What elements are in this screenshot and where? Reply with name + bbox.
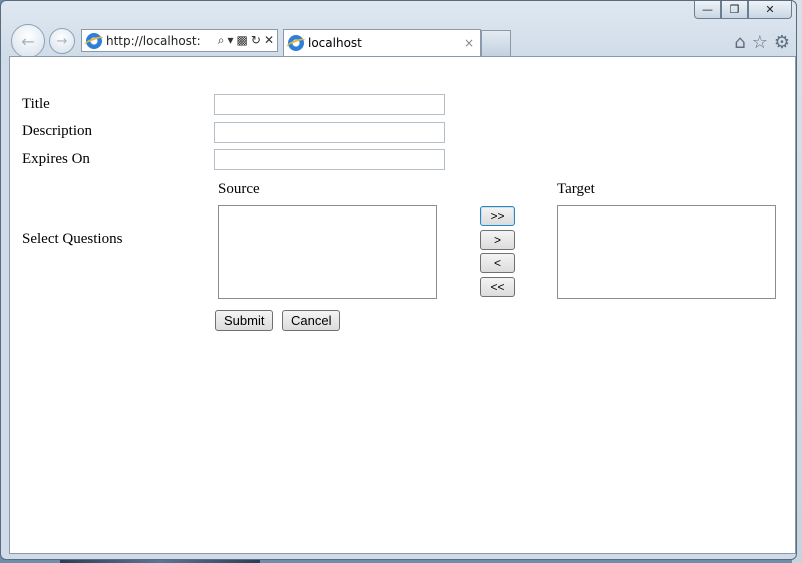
target-listbox[interactable]	[557, 205, 776, 299]
favorites-star-icon[interactable]: ☆	[752, 32, 768, 53]
move-left-button[interactable]: <	[480, 253, 515, 273]
ie-page-icon	[86, 32, 102, 49]
tab-title: localhost	[308, 36, 362, 50]
move-all-right-button[interactable]: >>	[480, 206, 515, 226]
target-label: Target	[557, 181, 595, 197]
tab-close-icon[interactable]: ×	[464, 36, 480, 50]
settings-gear-icon[interactable]: ⚙	[774, 32, 790, 53]
restore-button[interactable]: ❐	[721, 1, 748, 19]
tab-localhost[interactable]: localhost ×	[283, 29, 481, 56]
browser-window: — ❐ ✕ ← → http://localhost: ⌕ ▾ ▩ ↻ ✕ lo…	[0, 0, 797, 560]
title-input[interactable]	[214, 94, 445, 115]
ie-tab-icon	[288, 35, 304, 51]
source-listbox[interactable]	[218, 205, 437, 299]
title-label: Title	[22, 96, 50, 112]
submit-button[interactable]: Submit	[215, 310, 274, 331]
back-arrow-icon: ←	[21, 31, 35, 51]
forward-button[interactable]: →	[49, 28, 75, 54]
cancel-button[interactable]: Cancel	[282, 310, 341, 331]
move-all-left-button[interactable]: <<	[480, 277, 515, 297]
window-caption-buttons: — ❐ ✕	[694, 1, 792, 21]
description-input[interactable]	[214, 122, 445, 143]
expires-on-input[interactable]	[214, 149, 445, 170]
new-tab-button[interactable]	[481, 30, 511, 56]
dropdown-icon[interactable]: ▾	[228, 33, 234, 48]
stop-icon[interactable]: ✕	[264, 33, 274, 48]
compatibility-view-icon[interactable]: ▩	[237, 33, 248, 48]
minimize-button[interactable]: —	[694, 1, 721, 19]
back-button[interactable]: ←	[11, 24, 45, 58]
forward-arrow-icon: →	[56, 33, 68, 49]
refresh-icon[interactable]: ↻	[251, 33, 261, 48]
move-right-button[interactable]: >	[480, 230, 515, 250]
browser-toolbar-icons: ⌂ ☆ ⚙	[734, 32, 790, 53]
home-icon[interactable]: ⌂	[734, 32, 745, 53]
page-content: Title Description Expires On Source Targ…	[9, 56, 796, 554]
address-url[interactable]: http://localhost:	[106, 34, 218, 48]
source-label: Source	[218, 181, 260, 197]
address-bar[interactable]: http://localhost: ⌕ ▾ ▩ ↻ ✕	[81, 29, 278, 52]
search-icon[interactable]: ⌕	[218, 33, 225, 48]
expires-on-label: Expires On	[22, 151, 90, 167]
select-questions-label: Select Questions	[22, 231, 123, 247]
close-window-button[interactable]: ✕	[748, 1, 792, 19]
description-label: Description	[22, 123, 92, 139]
address-tools: ⌕ ▾ ▩ ↻ ✕	[218, 33, 277, 48]
